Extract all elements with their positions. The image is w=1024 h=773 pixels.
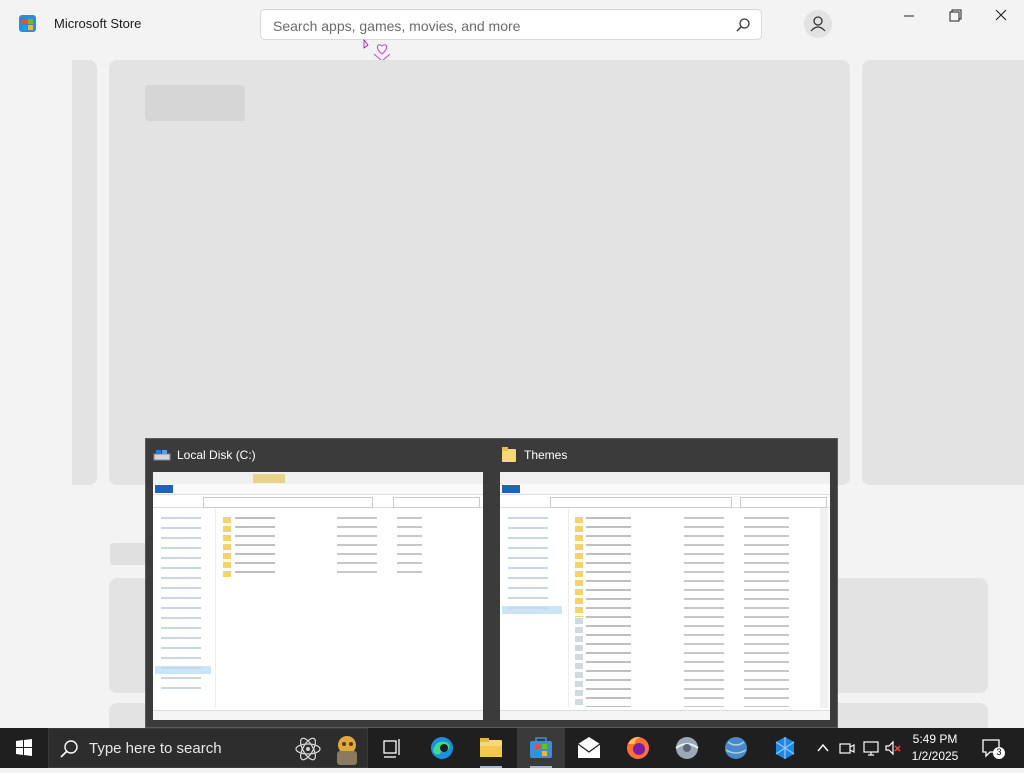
thumbnail-local-disk[interactable] [153,472,483,720]
volume-muted-icon[interactable] [884,739,902,757]
webcam-icon[interactable] [838,739,856,757]
notification-icon [982,739,1005,759]
minimize-button[interactable] [886,0,932,32]
network-icon[interactable] [862,739,880,757]
firefox-icon [627,736,649,759]
atom-icon [295,737,321,761]
microsoft-store-logo-icon [19,15,36,32]
account-button[interactable] [804,10,832,38]
taskbar-microsoft-store[interactable] [517,728,565,768]
minimize-icon [904,15,914,17]
search-icon [60,740,78,758]
folder-icon [502,447,516,463]
search-box[interactable] [260,9,762,40]
task-view-icon [383,739,400,758]
carousel-prev-card [72,60,97,485]
start-button[interactable] [0,728,48,768]
taskbar-firefox[interactable] [614,728,662,768]
hero-card-placeholder [109,60,850,485]
chevron-up-icon[interactable] [814,739,832,757]
system-clock[interactable]: 5:49 PM 1/2/2025 [905,731,965,765]
edge-icon [431,737,453,759]
close-icon [995,9,1007,21]
microsoft-store-icon [530,737,552,758]
person-icon [810,16,826,32]
taskbar-search-box[interactable]: Type here to search [48,728,368,768]
notification-center-button[interactable]: 3 [980,736,1006,760]
taskbar-app-globe[interactable] [712,728,760,768]
restore-icon [949,9,962,22]
maximize-button[interactable] [932,0,978,32]
taskbar-file-explorer[interactable] [467,728,515,768]
notification-count: 3 [996,747,1002,757]
taskbar-task-view[interactable] [368,728,416,768]
search-highlight-icon [337,736,357,765]
app-title: Microsoft Store [54,16,142,31]
taskbar: Type here to search 5:49 PM 1/2/2025 3 [0,728,1024,768]
preview-title-themes[interactable]: Themes [524,448,567,462]
file-explorer-icon [480,738,502,757]
search-input[interactable] [271,15,725,37]
taskbar-mail[interactable] [565,728,613,768]
cubes-app-icon [775,737,795,759]
sphere-app-icon [675,737,699,759]
thumbnail-themes[interactable] [500,472,830,720]
preview-title-local-disk[interactable]: Local Disk (C:) [177,448,256,462]
close-button[interactable] [978,0,1024,32]
carousel-next-card [862,60,1024,485]
clock-date: 1/2/2025 [911,749,959,763]
taskbar-app-sphere[interactable] [663,728,711,768]
taskbar-edge[interactable] [418,728,466,768]
globe-app-icon [725,737,747,759]
search-icon[interactable] [735,17,751,33]
taskbar-search-placeholder: Type here to search [89,740,222,757]
mail-icon [577,737,601,758]
drive-icon [153,448,171,462]
windows-logo-icon [16,739,32,756]
taskbar-app-cubes[interactable] [761,728,809,768]
clock-time: 5:49 PM [912,732,958,746]
taskbar-thumbnail-preview: Local Disk (C:) Themes [145,438,838,728]
hero-title-placeholder [145,85,245,121]
